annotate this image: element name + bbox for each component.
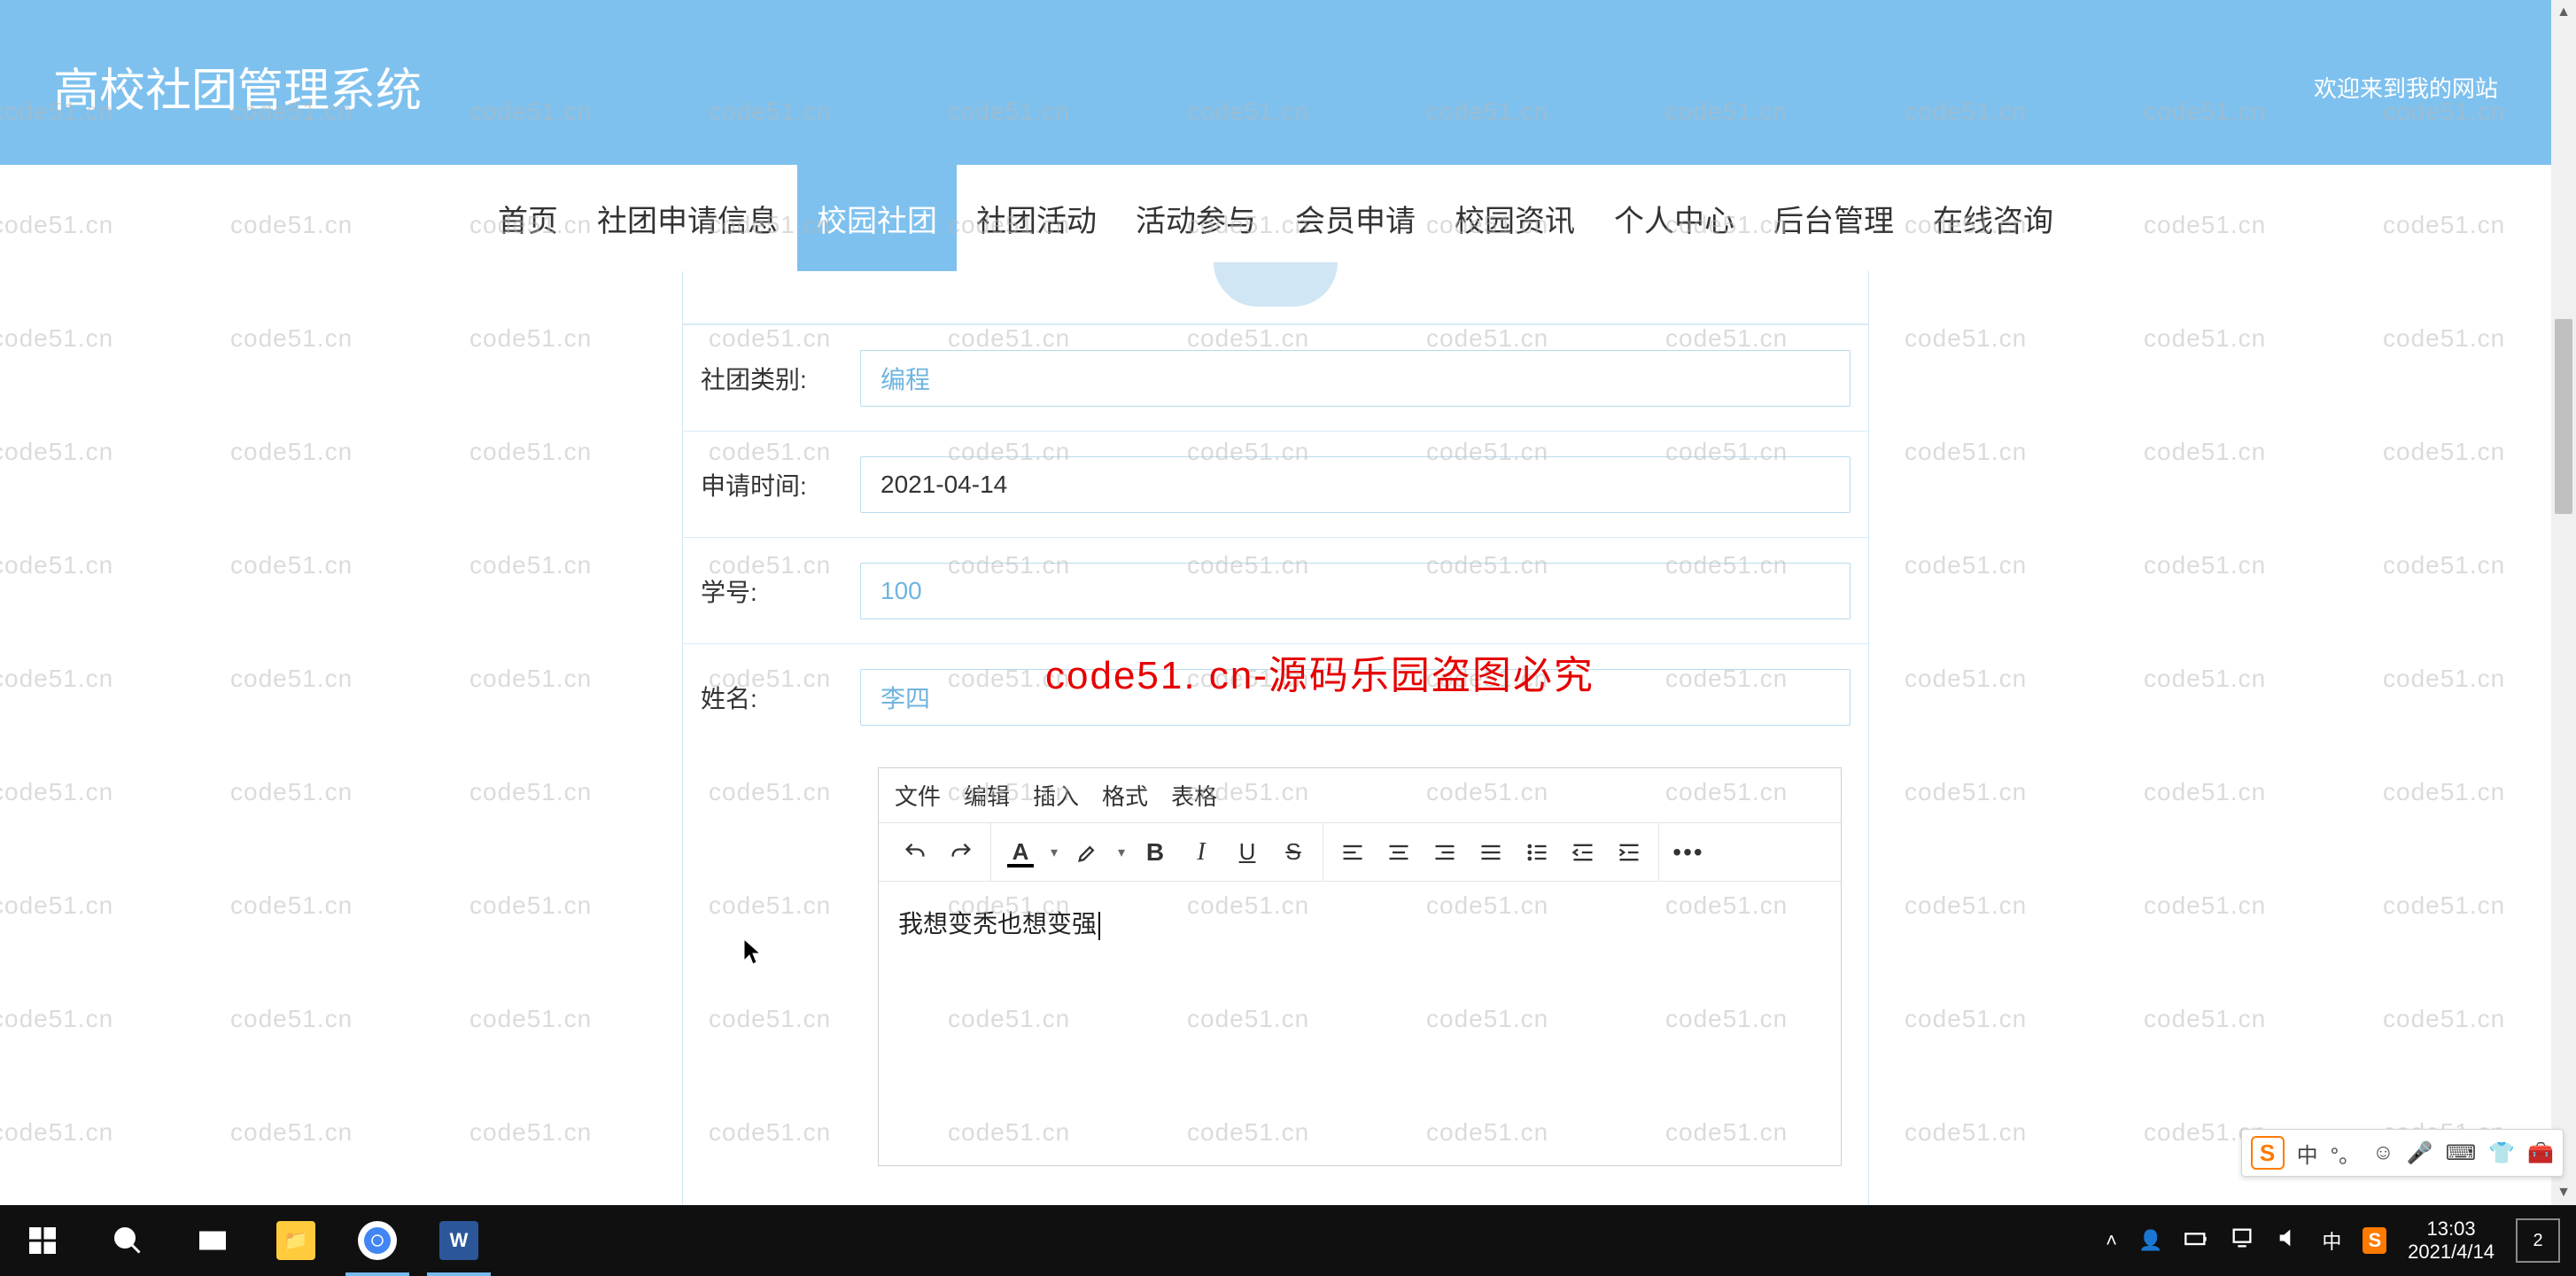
label-apply-time: 申请时间: bbox=[701, 467, 860, 502]
editor-row: 文件 编辑 插入 格式 表格 A ▾ ▾ B bbox=[683, 750, 1868, 1166]
text-color-caret[interactable]: ▾ bbox=[1046, 844, 1062, 861]
align-left-button[interactable] bbox=[1332, 832, 1373, 873]
ime-floating-bar[interactable]: S 中 °。 ☺ 🎤 ⌨ 👕 🧰 bbox=[2241, 1129, 2564, 1177]
input-apply-time[interactable] bbox=[860, 456, 1851, 513]
indent-button[interactable] bbox=[1609, 832, 1649, 873]
underline-button[interactable]: U bbox=[1227, 832, 1268, 873]
undo-button[interactable] bbox=[895, 832, 935, 873]
menu-table[interactable]: 表格 bbox=[1171, 779, 1217, 812]
nav-item-0[interactable]: 首页 bbox=[478, 165, 578, 271]
browser-viewport: code51.cncode51.cncode51.cncode51.cncode… bbox=[0, 0, 2551, 1205]
word-app[interactable]: W bbox=[418, 1205, 500, 1276]
tray-battery-icon[interactable] bbox=[2184, 1225, 2208, 1256]
row-apply-time: 申请时间: bbox=[683, 431, 1868, 537]
form-panel: 社团类别: 申请时间: 学号: 姓名: 文件 编辑 插入 格式 表格 bbox=[682, 271, 1869, 1205]
input-category[interactable] bbox=[860, 350, 1851, 407]
bold-button[interactable]: B bbox=[1135, 832, 1175, 873]
outdent-button[interactable] bbox=[1563, 832, 1603, 873]
nav-item-8[interactable]: 后台管理 bbox=[1754, 165, 1913, 271]
sogou-logo-icon: S bbox=[2251, 1136, 2285, 1170]
vertical-scrollbar[interactable]: ▲ ▼ bbox=[2551, 0, 2576, 1205]
highlight-caret[interactable]: ▾ bbox=[1113, 844, 1129, 861]
main-nav: 首页社团申请信息校园社团社团活动活动参与会员申请校园资讯个人中心后台管理在线咨询 bbox=[0, 165, 2551, 271]
label-student-id: 学号: bbox=[701, 573, 860, 609]
text-color-button[interactable]: A bbox=[1000, 832, 1041, 873]
row-student-id: 学号: bbox=[683, 537, 1868, 643]
ime-skin-icon[interactable]: 👕 bbox=[2488, 1140, 2515, 1166]
redo-button[interactable] bbox=[941, 832, 982, 873]
windows-taskbar: 📁 W ˄ 👤 中 S 13:03 2021/4/14 2 bbox=[0, 1205, 2576, 1276]
nav-item-3[interactable]: 社团活动 bbox=[957, 165, 1116, 271]
bullet-list-button[interactable] bbox=[1517, 832, 1557, 873]
avatar-placeholder bbox=[1214, 262, 1338, 307]
nav-item-4[interactable]: 活动参与 bbox=[1116, 165, 1276, 271]
nav-item-2[interactable]: 校园社团 bbox=[797, 165, 957, 271]
strikethrough-button[interactable]: S bbox=[1273, 832, 1314, 873]
chrome-app[interactable] bbox=[337, 1205, 418, 1276]
row-name: 姓名: bbox=[683, 643, 1868, 750]
tray-chevron-up-icon[interactable]: ˄ bbox=[2106, 1229, 2117, 1252]
menu-file[interactable]: 文件 bbox=[895, 779, 941, 812]
tray-network-icon[interactable] bbox=[2230, 1225, 2254, 1256]
editor-menubar: 文件 编辑 插入 格式 表格 bbox=[879, 768, 1841, 823]
ime-keyboard-icon[interactable]: ⌨ bbox=[2446, 1140, 2477, 1166]
align-justify-button[interactable] bbox=[1470, 832, 1511, 873]
nav-item-7[interactable]: 个人中心 bbox=[1594, 165, 1754, 271]
editor-content[interactable]: 我想变秃也想变强 bbox=[879, 882, 1841, 1165]
nav-item-6[interactable]: 校园资讯 bbox=[1435, 165, 1594, 271]
label-name: 姓名: bbox=[701, 680, 860, 715]
rich-text-editor: 文件 编辑 插入 格式 表格 A ▾ ▾ B bbox=[878, 767, 1842, 1166]
scroll-down-button[interactable]: ▼ bbox=[2551, 1180, 2576, 1205]
nav-item-1[interactable]: 社团申请信息 bbox=[578, 165, 797, 271]
row-category: 社团类别: bbox=[683, 324, 1868, 431]
tray-people-icon[interactable]: 👤 bbox=[2138, 1229, 2162, 1252]
ime-lang-toggle[interactable]: 中 bbox=[2297, 1138, 2318, 1169]
tray-volume-icon[interactable] bbox=[2276, 1225, 2301, 1256]
task-view-button[interactable] bbox=[170, 1205, 255, 1276]
tray-sogou-icon[interactable]: S bbox=[2363, 1227, 2386, 1254]
avatar-row bbox=[683, 271, 1868, 324]
italic-button[interactable]: I bbox=[1181, 832, 1222, 873]
align-center-button[interactable] bbox=[1378, 832, 1419, 873]
editor-toolbar: A ▾ ▾ B I U S bbox=[879, 823, 1841, 882]
more-button[interactable]: ••• bbox=[1668, 832, 1709, 873]
nav-item-9[interactable]: 在线咨询 bbox=[1913, 165, 2073, 271]
menu-insert[interactable]: 插入 bbox=[1033, 779, 1079, 812]
site-title: 高校社团管理系统 bbox=[53, 53, 422, 120]
input-student-id[interactable] bbox=[860, 563, 1851, 619]
taskbar-clock[interactable]: 13:03 2021/4/14 bbox=[2408, 1218, 2495, 1264]
nav-item-5[interactable]: 会员申请 bbox=[1276, 165, 1435, 271]
search-button[interactable] bbox=[85, 1205, 170, 1276]
scroll-thumb[interactable] bbox=[2555, 319, 2572, 514]
system-tray: ˄ 👤 中 S 13:03 2021/4/14 2 bbox=[2090, 1218, 2576, 1264]
align-right-button[interactable] bbox=[1424, 832, 1465, 873]
header-banner: 高校社团管理系统 欢迎来到我的网站 bbox=[0, 0, 2551, 165]
menu-format[interactable]: 格式 bbox=[1102, 779, 1148, 812]
welcome-text: 欢迎来到我的网站 bbox=[2314, 71, 2498, 104]
tray-ime-indicator[interactable]: 中 bbox=[2322, 1226, 2341, 1255]
ime-toolbox-icon[interactable]: 🧰 bbox=[2527, 1140, 2554, 1166]
highlight-button[interactable] bbox=[1067, 832, 1108, 873]
start-button[interactable] bbox=[0, 1205, 85, 1276]
action-center-button[interactable]: 2 bbox=[2516, 1218, 2560, 1263]
label-category: 社团类别: bbox=[701, 361, 860, 396]
input-name[interactable] bbox=[860, 669, 1851, 726]
menu-edit[interactable]: 编辑 bbox=[964, 779, 1010, 812]
ime-mic-icon[interactable]: 🎤 bbox=[2407, 1140, 2433, 1166]
ime-punct-toggle[interactable]: °。 bbox=[2331, 1138, 2361, 1169]
ime-emoji-icon[interactable]: ☺ bbox=[2372, 1140, 2394, 1165]
file-explorer-app[interactable]: 📁 bbox=[255, 1205, 337, 1276]
scroll-up-button[interactable]: ▲ bbox=[2551, 0, 2576, 25]
